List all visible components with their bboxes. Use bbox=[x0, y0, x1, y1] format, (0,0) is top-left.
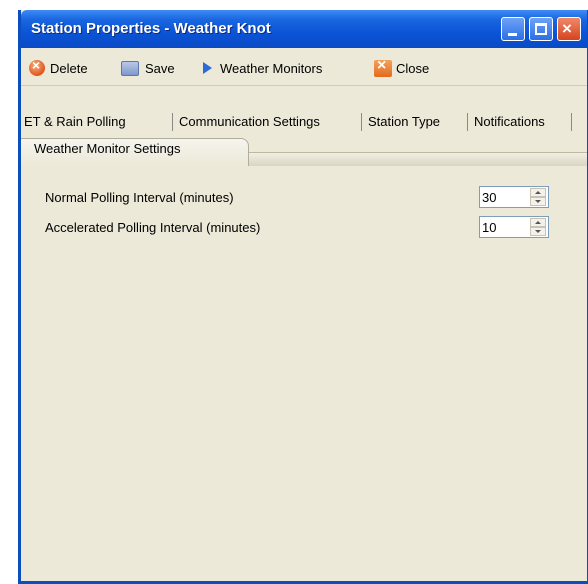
tab-divider bbox=[361, 113, 362, 131]
toolbar: Delete Save Weather Monitors Close bbox=[21, 48, 587, 86]
delete-label: Delete bbox=[50, 60, 88, 76]
tab-baseline bbox=[247, 152, 587, 166]
tab-notifications[interactable]: Notifications bbox=[471, 111, 548, 133]
close-button[interactable]: Close bbox=[374, 57, 430, 78]
spin-down-icon[interactable] bbox=[530, 227, 546, 236]
accelerated-polling-input[interactable] bbox=[482, 218, 522, 236]
normal-polling-stepper[interactable] bbox=[479, 186, 549, 208]
window-title: Station Properties - Weather Knot bbox=[31, 20, 271, 37]
save-label: Save bbox=[145, 60, 175, 76]
tab-communication-settings[interactable]: Communication Settings bbox=[176, 111, 323, 133]
tab-strip: ET & Rain Polling Communication Settings… bbox=[21, 86, 587, 166]
delete-icon bbox=[29, 57, 45, 76]
spin-down-icon[interactable] bbox=[530, 197, 546, 206]
title-bar[interactable]: Station Properties - Weather Knot × bbox=[21, 10, 587, 48]
spin-up-icon[interactable] bbox=[530, 188, 546, 197]
delete-button[interactable]: Delete bbox=[29, 57, 88, 78]
maximize-icon bbox=[535, 23, 547, 35]
weather-monitors-label: Weather Monitors bbox=[220, 60, 323, 76]
normal-polling-label: Normal Polling Interval (minutes) bbox=[45, 190, 234, 205]
accelerated-polling-label: Accelerated Polling Interval (minutes) bbox=[45, 220, 261, 235]
minimize-icon bbox=[508, 33, 517, 36]
play-arrow-icon bbox=[203, 62, 212, 74]
station-properties-window: Station Properties - Weather Knot × Dele… bbox=[18, 10, 588, 584]
weather-monitors-button[interactable]: Weather Monitors bbox=[203, 58, 322, 78]
tab-divider bbox=[172, 113, 173, 131]
maximize-button[interactable] bbox=[529, 17, 553, 41]
close-window-button[interactable]: × bbox=[557, 17, 581, 41]
close-label: Close bbox=[396, 60, 430, 76]
tab-weather-monitor-settings-label[interactable]: Weather Monitor Settings bbox=[34, 141, 180, 156]
minimize-button[interactable] bbox=[501, 17, 525, 41]
save-button[interactable]: Save bbox=[121, 58, 175, 78]
tab-divider bbox=[467, 113, 468, 131]
close-x-icon bbox=[374, 57, 392, 77]
close-icon: × bbox=[562, 19, 572, 38]
tab-station-type[interactable]: Station Type bbox=[365, 111, 443, 133]
spin-up-icon[interactable] bbox=[530, 218, 546, 227]
save-icon bbox=[121, 60, 139, 76]
normal-polling-input[interactable] bbox=[482, 188, 522, 206]
tab-divider bbox=[571, 113, 572, 131]
accelerated-polling-stepper[interactable] bbox=[479, 216, 549, 238]
settings-panel: Normal Polling Interval (minutes) Accele… bbox=[21, 166, 587, 576]
tab-et-rain-polling[interactable]: ET & Rain Polling bbox=[21, 111, 129, 133]
